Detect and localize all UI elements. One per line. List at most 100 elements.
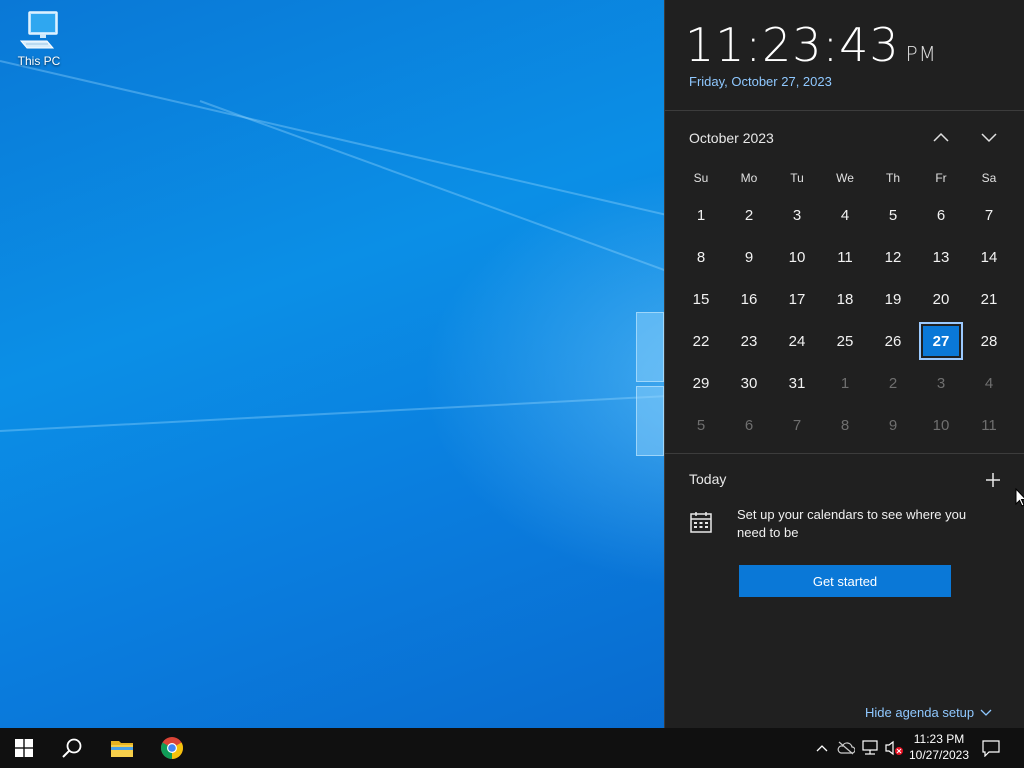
file-explorer-button[interactable] [98, 728, 146, 768]
month-calendar: October 2023 Su Mo Tu We Th Fr Sa 1 2 3 4 5 6 7 8 9 10 1… [665, 111, 1024, 454]
wallpaper-ray [0, 393, 700, 432]
mouse-cursor-icon [1015, 488, 1024, 507]
calendar-day[interactable]: 25 [823, 322, 867, 360]
calendar-day[interactable]: 22 [679, 322, 723, 360]
weekday-label: We [836, 171, 854, 185]
hide-agenda-label: Hide agenda setup [865, 705, 975, 720]
add-event-button[interactable] [983, 470, 1003, 490]
calendar-day[interactable]: 3 [775, 196, 819, 234]
calendar-day[interactable]: 28 [967, 322, 1011, 360]
start-icon [15, 739, 33, 757]
calendar-day[interactable]: 11 [823, 238, 867, 276]
this-pc-icon [19, 11, 58, 49]
calendar-day[interactable]: 7 [967, 196, 1011, 234]
clock-calendar-flyout: 11:23:43 PM Friday, October 27, 2023 Octo… [664, 0, 1024, 728]
calendar-day[interactable]: 6 [727, 406, 771, 444]
calendar-day[interactable]: 16 [727, 280, 771, 318]
wallpaper-ray [199, 100, 671, 273]
notification-icon [982, 740, 1000, 757]
taskbar: 11:23 PM 10/27/2023 [0, 728, 1024, 768]
calendar-day-today[interactable]: 27 [919, 322, 963, 360]
calendar-day[interactable]: 8 [823, 406, 867, 444]
get-started-button[interactable]: Get started [739, 565, 951, 597]
calendar-day[interactable]: 5 [679, 406, 723, 444]
wallpaper-ray [0, 60, 683, 220]
start-button[interactable] [0, 728, 48, 768]
chevron-up-icon [816, 745, 828, 752]
calendar-day[interactable]: 4 [967, 364, 1011, 402]
onedrive-status[interactable] [836, 738, 856, 758]
calendar-day[interactable]: 17 [775, 280, 819, 318]
volume-muted-icon [885, 740, 903, 756]
calendar-day[interactable]: 31 [775, 364, 819, 402]
calendar-icon-wrap [689, 510, 713, 539]
desktop-icon-label: This PC [17, 54, 61, 68]
previous-month-button[interactable] [927, 125, 955, 149]
calendar-day[interactable]: 2 [871, 364, 915, 402]
volume-status[interactable] [884, 738, 904, 758]
cloud-offline-icon [837, 741, 855, 755]
calendar-day[interactable]: 24 [775, 322, 819, 360]
calendar-day[interactable]: 6 [919, 196, 963, 234]
current-time: 11:23:43 PM [685, 18, 937, 72]
agenda-panel: Today Set up your calendars to see where… [665, 454, 1024, 727]
calendar-day[interactable]: 19 [871, 280, 915, 318]
calendar-day[interactable]: 4 [823, 196, 867, 234]
network-icon [862, 740, 878, 755]
calendar-day[interactable]: 3 [919, 364, 963, 402]
agenda-setup-message: Set up your calendars to see where you n… [737, 507, 967, 540]
calendar-day[interactable]: 9 [727, 238, 771, 276]
taskbar-date: 10/27/2023 [908, 748, 970, 762]
calendar-day[interactable]: 8 [679, 238, 723, 276]
chevron-down-icon [981, 133, 997, 143]
calendar-day[interactable]: 23 [727, 322, 771, 360]
calendar-day[interactable]: 20 [919, 280, 963, 318]
taskbar-clock[interactable]: 11:23 PM 10/27/2023 [906, 731, 972, 763]
time-ampm: PM [905, 42, 937, 66]
hide-agenda-setup-link[interactable]: Hide agenda setup [865, 705, 992, 720]
calendar-day[interactable]: 18 [823, 280, 867, 318]
desktop-icon-this-pc[interactable]: This PC [12, 8, 66, 68]
calendar-day[interactable]: 1 [823, 364, 867, 402]
time-value: 11:23:43 [685, 18, 900, 72]
calendar-day[interactable]: 29 [679, 364, 723, 402]
calendar-day[interactable]: 7 [775, 406, 819, 444]
calendar-day[interactable]: 10 [775, 238, 819, 276]
calendar-day[interactable]: 26 [871, 322, 915, 360]
taskbar-time: 11:23 PM [913, 732, 965, 746]
calendar-day[interactable]: 15 [679, 280, 723, 318]
calendar-day[interactable]: 10 [919, 406, 963, 444]
plus-icon [986, 473, 1000, 487]
long-date-link[interactable]: Friday, October 27, 2023 [689, 74, 832, 89]
chrome-button[interactable] [148, 728, 196, 768]
chrome-icon [161, 737, 183, 759]
show-hidden-icons-button[interactable] [812, 738, 832, 758]
calendar-day[interactable]: 14 [967, 238, 1011, 276]
weekday-label: Mo [740, 171, 758, 185]
chevron-up-icon [933, 132, 949, 142]
calendar-day[interactable]: 21 [967, 280, 1011, 318]
chevron-down-icon [980, 709, 992, 716]
weekday-label: Th [885, 171, 900, 185]
action-center-button[interactable] [981, 738, 1001, 758]
search-button[interactable] [48, 728, 96, 768]
month-year-header[interactable]: October 2023 [689, 130, 774, 146]
calendar-day[interactable]: 9 [871, 406, 915, 444]
weekday-label: Fr [935, 171, 947, 185]
weekday-label: Su [693, 171, 709, 185]
calendar-day[interactable]: 5 [871, 196, 915, 234]
search-icon [62, 738, 82, 758]
calendar-icon [690, 512, 712, 533]
network-status[interactable] [860, 738, 880, 758]
calendar-day[interactable]: 12 [871, 238, 915, 276]
calendar-day[interactable]: 2 [727, 196, 771, 234]
weekday-label: Sa [981, 171, 997, 185]
next-month-button[interactable] [975, 125, 1003, 149]
calendar-day[interactable]: 1 [679, 196, 723, 234]
calendar-day[interactable]: 11 [967, 406, 1011, 444]
calendar-day[interactable]: 13 [919, 238, 963, 276]
calendar-day[interactable]: 30 [727, 364, 771, 402]
agenda-today-label: Today [689, 471, 727, 487]
clock-header: 11:23:43 PM Friday, October 27, 2023 [665, 0, 1024, 111]
weekday-label: Tu [790, 171, 804, 185]
